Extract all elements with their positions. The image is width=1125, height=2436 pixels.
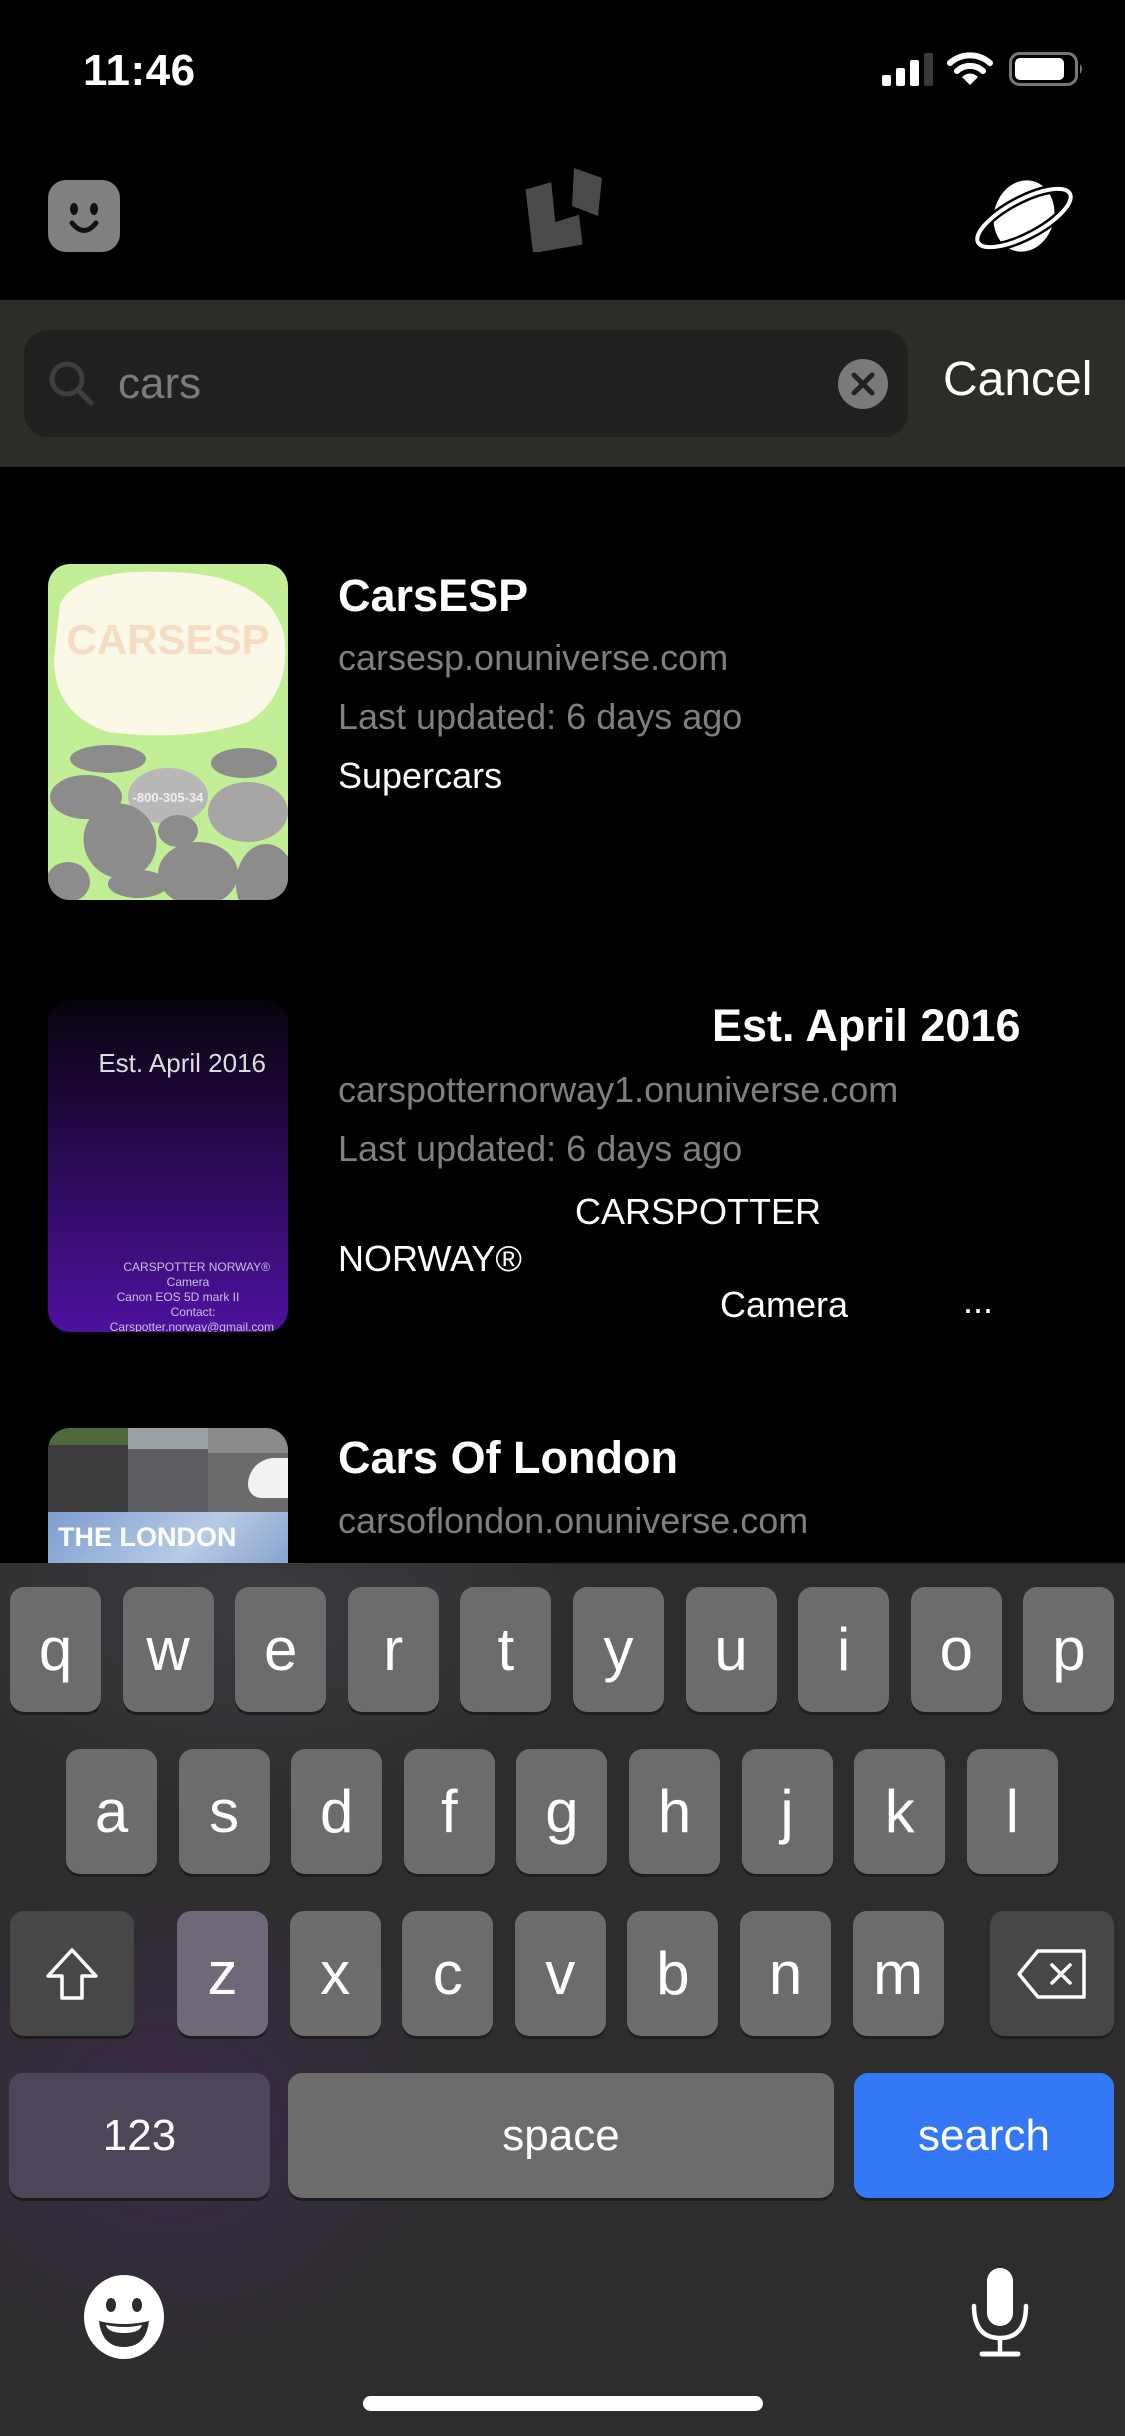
clear-circle-icon: [851, 372, 875, 396]
result-updated: Last updated: 6 days ago: [338, 696, 743, 737]
result-url: carspotternorway1.onuniverse.com: [338, 1069, 899, 1110]
result-title: Cars Of London: [338, 1432, 678, 1483]
result-description-line: NORWAY®: [338, 1238, 522, 1279]
backspace-icon: [1017, 1948, 1086, 1999]
search-icon: [49, 361, 94, 406]
profile-smiley-icon: [48, 180, 120, 252]
home-indicator[interactable]: [363, 2396, 763, 2411]
key-a[interactable]: a: [66, 1749, 157, 1874]
thumb-phone: -800-305-34: [133, 790, 205, 805]
key-l[interactable]: l: [966, 1749, 1058, 1874]
thumb-line: Carspotter.norway@gmail.com: [109, 1320, 274, 1332]
key-h[interactable]: h: [629, 1749, 720, 1874]
key-p[interactable]: p: [1023, 1587, 1115, 1712]
result-updated: Last updated: 6 days ago: [338, 1128, 743, 1169]
result-description: Supercars: [338, 755, 503, 796]
result-description-line: CARSPOTTER: [575, 1191, 822, 1232]
key-t[interactable]: t: [460, 1587, 552, 1712]
key-z[interactable]: z: [177, 1911, 268, 2036]
thumb-photo: [48, 1428, 128, 1512]
result-description-line: Camera: [720, 1284, 849, 1325]
wifi-icon: [947, 52, 993, 85]
thumb-heading: Est. April 2016: [98, 1048, 266, 1078]
key-q[interactable]: q: [10, 1587, 101, 1712]
shift-key[interactable]: [10, 1911, 134, 2036]
thumb-line: Contact:: [170, 1305, 216, 1319]
microphone-icon: [971, 2268, 1029, 2357]
battery-level: [1015, 58, 1064, 80]
carsesp-cover-image: CARSESP -800-305-34: [48, 571, 288, 900]
key-k[interactable]: k: [854, 1749, 946, 1874]
signal-bar: [882, 75, 891, 86]
planet-icon: [972, 180, 1076, 252]
cellular-signal-icon: [882, 53, 933, 86]
result-thumbnail: Est. April 2016 CARSPOTTER NORWAY® Camer…: [48, 1000, 288, 1332]
key-w[interactable]: w: [122, 1587, 214, 1712]
result-description-ellipsis: ...: [963, 1280, 994, 1321]
key-n[interactable]: n: [740, 1911, 831, 2036]
result-url: carsesp.onuniverse.com: [338, 637, 729, 678]
key-o[interactable]: o: [910, 1587, 1002, 1712]
thumb-line: CARSPOTTER NORWAY®: [123, 1260, 270, 1274]
key-g[interactable]: g: [516, 1749, 608, 1874]
key-j[interactable]: j: [741, 1749, 833, 1874]
signal-bar: [924, 53, 933, 86]
thumb-photo: [128, 1428, 208, 1512]
universe-logo-icon: [525, 168, 602, 252]
key-i[interactable]: i: [798, 1587, 890, 1712]
key-f[interactable]: f: [403, 1749, 495, 1874]
shift-arrow-icon: [46, 1947, 98, 2000]
cancel-button[interactable]: Cancel: [943, 352, 1092, 407]
emoji-icon: [84, 2275, 164, 2359]
delete-key[interactable]: [990, 1911, 1114, 2036]
profile-button[interactable]: [48, 180, 120, 252]
result-thumbnail: CARSESP -800-305-34: [48, 564, 288, 900]
key-d[interactable]: d: [291, 1749, 383, 1874]
key-b[interactable]: b: [627, 1911, 719, 2036]
signal-bar: [896, 68, 905, 86]
status-time: 11:46: [83, 46, 196, 95]
key-r[interactable]: r: [347, 1587, 439, 1712]
result-title: Est. April 2016: [712, 1000, 1021, 1051]
key-y[interactable]: y: [573, 1587, 664, 1712]
key-x[interactable]: x: [289, 1911, 381, 2036]
key-u[interactable]: u: [685, 1587, 777, 1712]
key-e[interactable]: e: [235, 1587, 327, 1712]
thumb-label: THE LONDON: [58, 1522, 237, 1552]
battery-icon: [1009, 52, 1082, 86]
thumb-label: CARSESP: [66, 616, 269, 663]
result-url: carsoflondon.onuniverse.com: [338, 1500, 809, 1541]
explore-planet-button[interactable]: [970, 176, 1078, 256]
search-input[interactable]: [118, 352, 818, 416]
thumb-line: Camera: [166, 1275, 210, 1289]
result-title: CarsESP: [338, 570, 529, 621]
clear-search-button[interactable]: [838, 359, 888, 409]
dictation-button[interactable]: [970, 2268, 1030, 2358]
keyboard: qwertyuiop asdfghjkl zxcvbnm 123 space s…: [0, 1563, 1125, 2436]
numbers-key[interactable]: 123: [9, 2073, 270, 2198]
search-key[interactable]: search: [854, 2073, 1114, 2198]
space-key[interactable]: space: [288, 2073, 834, 2198]
key-s[interactable]: s: [178, 1749, 270, 1874]
thumb-details: CARSPOTTER NORWAY® Camera Canon EOS 5D m…: [48, 1260, 278, 1332]
key-m[interactable]: m: [852, 1911, 944, 2036]
key-v[interactable]: v: [514, 1911, 606, 2036]
thumb-line: Canon EOS 5D mark II: [116, 1290, 240, 1304]
emoji-button[interactable]: [84, 2275, 164, 2359]
signal-bar: [910, 60, 919, 86]
key-c[interactable]: c: [402, 1911, 494, 2036]
